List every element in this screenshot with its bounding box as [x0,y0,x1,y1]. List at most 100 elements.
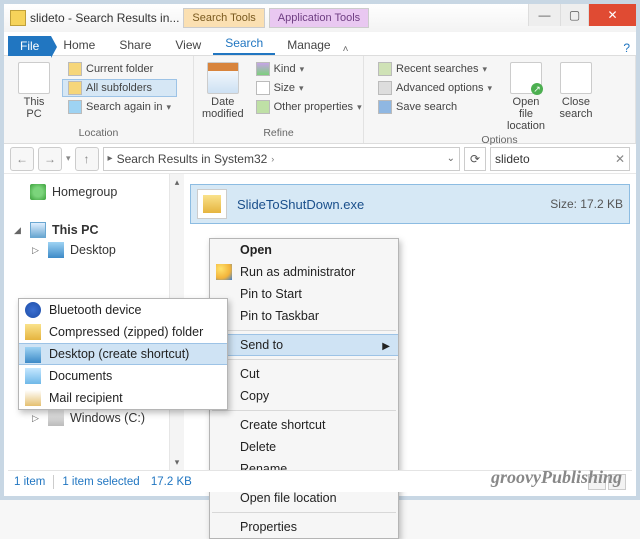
menu-open[interactable]: Open [210,239,398,261]
clear-search-button[interactable]: ✕ [615,152,625,166]
forward-button[interactable]: → [38,147,62,171]
size-icon [256,81,270,95]
folder-icon [68,62,82,76]
this-pc-button[interactable]: This PC [12,60,56,120]
sidebar-item-windows-c[interactable]: ▷Windows (C:) [10,408,183,428]
save-icon [378,100,392,114]
search-input[interactable]: slideto ✕ [490,147,630,171]
save-search-button[interactable]: Save search [372,98,498,116]
ribbon-tabs: File Home Share View Search Manage ˄ ? [4,32,636,56]
documents-icon [25,368,41,384]
menu-properties[interactable]: Properties [210,516,398,538]
status-selected: 1 item selected [62,476,139,488]
help-button[interactable]: ? [623,41,630,55]
search-value: slideto [495,152,530,166]
this-pc-label: This PC [24,96,45,120]
folder-icon [68,81,82,95]
navigation-row: ← → ▾ ↑ ▸ Search Results in System32 › ⌄… [4,144,636,174]
drive-icon [48,410,64,426]
ribbon-body: This PC Current folder All subfolders Se… [4,56,636,144]
menu-pin-to-start[interactable]: Pin to Start [210,283,398,305]
address-bar[interactable]: ▸ Search Results in System32 › ⌄ [103,147,460,171]
send-to-submenu: Bluetooth device Compressed (zipped) fol… [18,298,228,410]
file-thumbnail [197,189,227,219]
current-folder-button[interactable]: Current folder [62,60,177,78]
mail-icon [25,390,41,406]
menu-send-to[interactable]: Send to▶ [210,334,398,356]
sidebar-item-homegroup[interactable]: Homegroup [10,182,183,202]
date-modified-button[interactable]: Date modified [202,60,244,120]
submenu-documents[interactable]: Documents [19,365,227,387]
calendar-icon [207,62,239,94]
tab-home[interactable]: Home [51,35,107,55]
tab-search[interactable]: Search [213,33,275,55]
file-size-label: Size: 17.2 KB [550,197,623,211]
open-file-location-button[interactable]: ↗ Open file location [504,60,548,132]
desktop-icon [48,242,64,258]
window-icon [10,10,26,26]
shield-icon [216,264,232,280]
tab-file[interactable]: File [8,36,51,56]
up-button[interactable]: ↑ [75,147,99,171]
chevron-right-icon: ▸ [108,153,113,164]
context-tab-application-tools[interactable]: Application Tools [269,8,369,28]
zip-icon [25,324,41,340]
title-bar: slideto - Search Results in... Search To… [4,4,636,32]
search-again-button[interactable]: Search again in [62,98,177,116]
status-item-count: 1 item [14,476,45,488]
kind-button[interactable]: Kind [250,60,368,78]
kind-icon [256,62,270,76]
context-tab-search-tools[interactable]: Search Tools [183,8,264,28]
close-search-button[interactable]: ✕ Close search [554,60,598,120]
menu-cut[interactable]: Cut [210,363,398,385]
menu-create-shortcut[interactable]: Create shortcut [210,414,398,436]
sidebar-item-this-pc[interactable]: ◢This PC [10,220,183,240]
bluetooth-icon [25,302,41,318]
maximize-button[interactable]: ▢ [560,4,588,26]
submenu-bluetooth[interactable]: Bluetooth device [19,299,227,321]
monitor-icon [18,62,50,94]
menu-delete[interactable]: Delete [210,436,398,458]
close-icon: ✕ [560,62,592,94]
sidebar-item-desktop[interactable]: ▷Desktop [10,240,183,260]
advanced-options-button[interactable]: Advanced options [372,79,498,97]
window-title: slideto - Search Results in... [30,11,179,25]
search-result-row[interactable]: SlideToShutDown.exe Size: 17.2 KB [190,184,630,224]
tab-view[interactable]: View [163,35,213,55]
recent-searches-button[interactable]: Recent searches [372,60,498,78]
group-label-refine: Refine [202,125,355,141]
file-name: SlideToShutDown.exe [237,197,364,212]
properties-icon [256,100,270,114]
minimize-ribbon-button[interactable]: ˄ [343,44,349,55]
status-size: 17.2 KB [151,476,192,488]
watermark: groovyPublishing [491,467,622,488]
tab-share[interactable]: Share [107,35,163,55]
menu-copy[interactable]: Copy [210,385,398,407]
size-button[interactable]: Size [250,79,368,97]
chevron-right-icon: › [271,154,274,164]
options-icon [378,81,392,95]
submenu-mail[interactable]: Mail recipient [19,387,227,409]
chevron-right-icon: ▶ [382,341,390,352]
homegroup-icon [30,184,46,200]
back-button[interactable]: ← [10,147,34,171]
recent-icon [378,62,392,76]
folder-open-icon: ↗ [510,62,542,94]
minimize-button[interactable]: — [528,4,560,26]
menu-pin-to-taskbar[interactable]: Pin to Taskbar [210,305,398,327]
close-button[interactable]: ✕ [588,4,636,26]
pc-icon [30,222,46,238]
submenu-desktop-shortcut[interactable]: Desktop (create shortcut) [19,343,227,365]
group-label-location: Location [12,125,185,141]
other-properties-button[interactable]: Other properties [250,98,368,116]
menu-run-as-admin[interactable]: Run as administrator [210,261,398,283]
search-icon [68,100,82,114]
desktop-icon [25,347,41,363]
breadcrumb[interactable]: Search Results in System32 [117,152,268,166]
submenu-compressed[interactable]: Compressed (zipped) folder [19,321,227,343]
chevron-down-icon[interactable]: ⌄ [447,153,455,164]
tab-manage[interactable]: Manage [275,35,342,55]
context-menu: Open Run as administrator Pin to Start P… [209,238,399,539]
all-subfolders-button[interactable]: All subfolders [62,79,177,97]
refresh-button[interactable]: ⟳ [464,147,486,171]
